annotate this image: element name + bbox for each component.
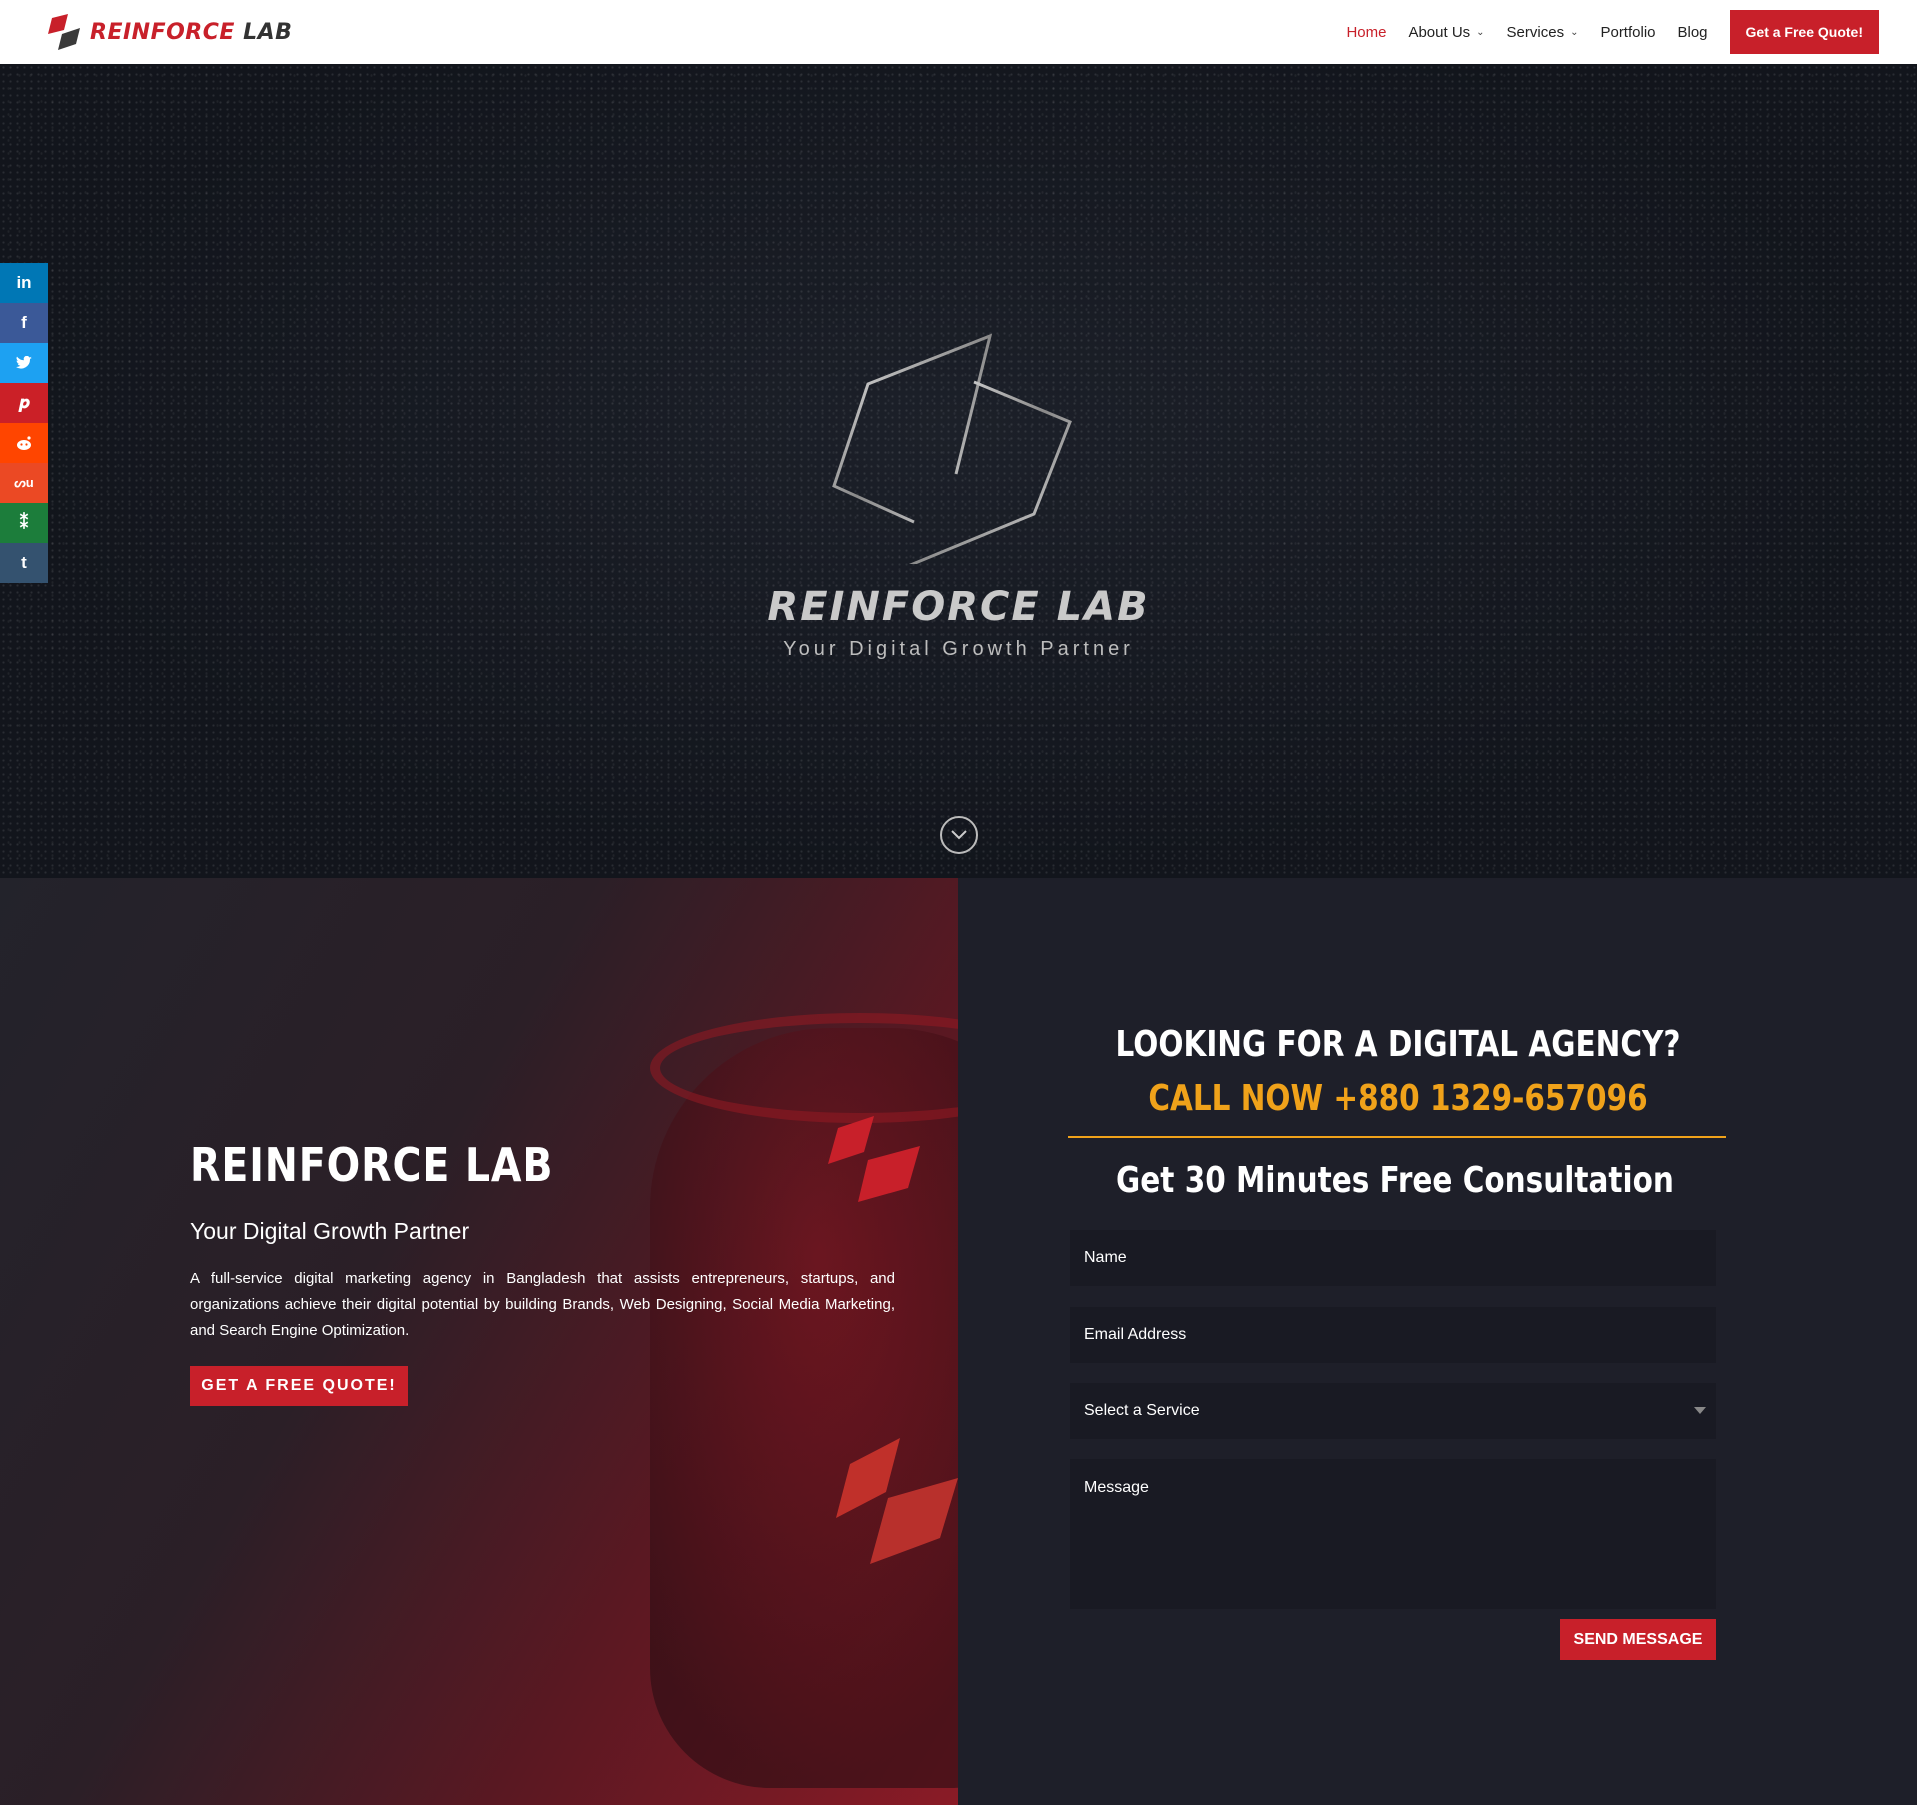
tumblr-icon[interactable]: t <box>0 543 48 583</box>
consultation-heading: Get 30 Minutes Free Consultation <box>1116 1160 1674 1201</box>
get-quote-button[interactable]: Get a Free Quote! <box>1729 10 1879 54</box>
about-subtitle: Your Digital Growth Partner <box>190 1218 470 1244</box>
site-header: REINFORCE LAB Home About Us ⌄ Services ⌄ P… <box>0 0 1917 64</box>
logo-text: REINFORCE LAB <box>90 19 293 45</box>
nav-blog[interactable]: Blog <box>1678 24 1708 41</box>
about-quote-button[interactable]: GET A FREE QUOTE! <box>190 1366 408 1406</box>
chevron-down-icon: ⌄ <box>1570 26 1579 38</box>
scroll-down-icon[interactable] <box>940 816 978 854</box>
linkedin-icon[interactable]: in <box>0 263 48 303</box>
cup-logo-mark-icon <box>828 1116 920 1202</box>
message-field[interactable]: Message <box>1070 1459 1716 1609</box>
dropdown-arrow-icon <box>1694 1407 1706 1414</box>
yummly-icon[interactable]: ⁑ <box>0 503 48 543</box>
about-title: REINFORCE LAB <box>190 1138 554 1192</box>
name-field[interactable]: Name <box>1070 1230 1716 1286</box>
divider <box>1068 1136 1726 1138</box>
chevron-down-icon: ⌄ <box>1476 26 1485 38</box>
nav-services[interactable]: Services ⌄ <box>1507 24 1579 41</box>
pinterest-icon[interactable]: 𝒑 <box>0 383 48 423</box>
main-nav: Home About Us ⌄ Services ⌄ Portfolio Blog … <box>1324 10 1879 54</box>
reddit-icon[interactable] <box>0 423 48 463</box>
nav-about-us[interactable]: About Us ⌄ <box>1408 24 1484 41</box>
send-message-button[interactable]: SEND MESSAGE <box>1560 1619 1716 1660</box>
hero-section: REINFORCE LAB Your Digital Growth Partne… <box>0 64 1917 878</box>
about-description: A full-service digital marketing agency … <box>190 1270 895 1339</box>
cup-logo-mark-icon <box>836 1438 958 1564</box>
service-select[interactable]: Select a Service <box>1070 1383 1716 1439</box>
contact-heading: LOOKING FOR A DIGITAL AGENCY? <box>1115 1024 1681 1065</box>
hero-logo-mark-icon <box>832 333 1072 564</box>
hero-title: REINFORCE LAB <box>767 584 1150 630</box>
social-share-bar: in f 𝒑 ᔕu ⁑ t <box>0 263 48 583</box>
nav-home[interactable]: Home <box>1346 24 1386 41</box>
logo-mark-icon <box>48 14 80 50</box>
stumbleupon-icon[interactable]: ᔕu <box>0 463 48 503</box>
facebook-icon[interactable]: f <box>0 303 48 343</box>
call-now-text[interactable]: CALL NOW +880 1329-657096 <box>1037 1078 1759 1119</box>
nav-portfolio[interactable]: Portfolio <box>1600 24 1655 41</box>
twitter-icon[interactable] <box>0 343 48 383</box>
hero-subtitle: Your Digital Growth Partner <box>783 638 1134 660</box>
email-field[interactable]: Email Address <box>1070 1307 1716 1363</box>
site-logo[interactable]: REINFORCE LAB <box>46 14 292 50</box>
